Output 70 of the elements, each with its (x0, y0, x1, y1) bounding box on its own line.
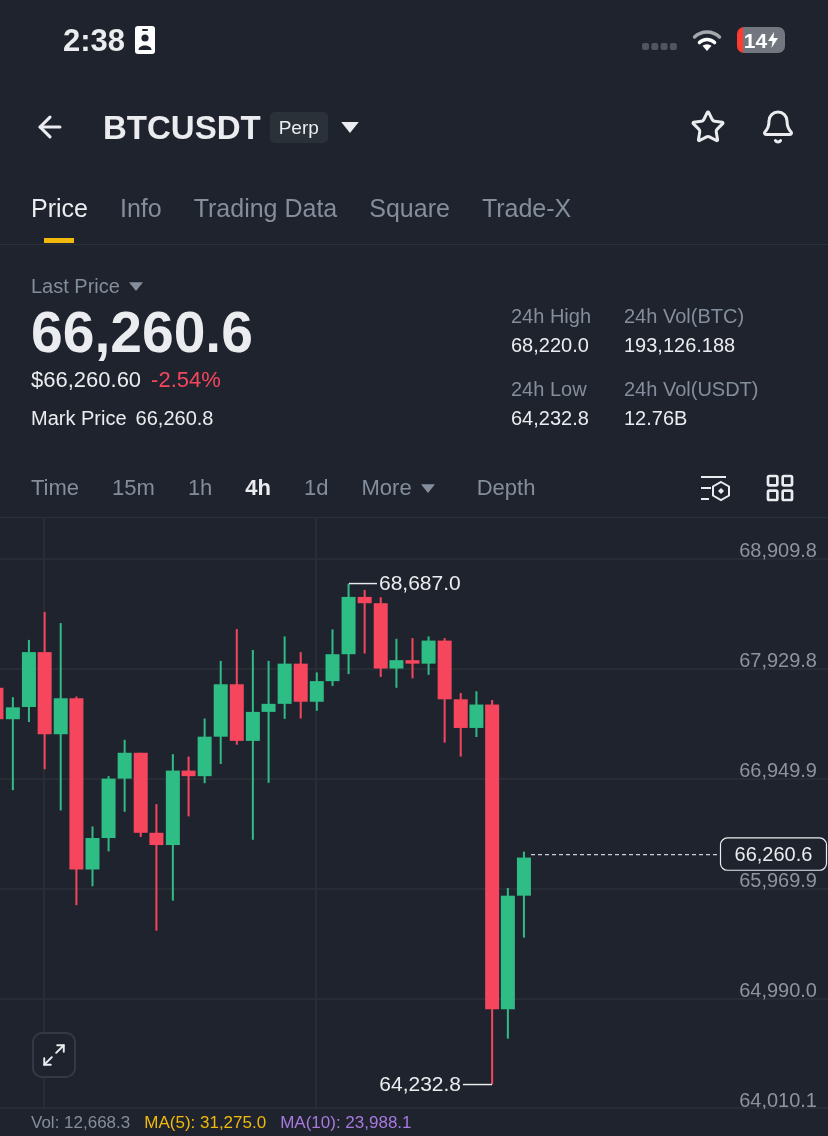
rising-candle (389, 638, 404, 688)
tab[interactable]: Trade-X (481, 174, 572, 244)
falling-candle (0, 687, 4, 720)
stat-value: 64,232.8 (511, 406, 589, 430)
star-icon (690, 109, 726, 145)
stat-value: 193,126.188 (624, 333, 736, 357)
interval-tab[interactable]: 1d (304, 474, 329, 502)
stat-label: 24h Vol(BTC) (624, 304, 745, 328)
interval-tab[interactable]: More (361, 474, 435, 502)
indicator-settings-icon (700, 474, 731, 502)
indicator-reading: Vol: 12,668.3 (31, 1113, 131, 1131)
status-time: 2:38 (63, 24, 126, 56)
last-price: 66,260.6 (31, 302, 253, 362)
price-axis-label: 66,949.9 (739, 758, 817, 781)
leader-line (462, 1083, 493, 1086)
symbol-dropdown-button[interactable] (340, 121, 359, 133)
indicator-reading: MA(5): 31,275.0 (144, 1113, 267, 1131)
caret-icon (340, 121, 359, 133)
caret-icon (128, 281, 143, 291)
price-type-selector[interactable]: Last Price (31, 274, 143, 298)
bell-icon (760, 109, 796, 145)
favorite-button[interactable] (690, 109, 726, 145)
stat-label: 24h Low (511, 377, 587, 401)
price-axis-label: 65,969.9 (739, 868, 817, 891)
high-price-label: 68,687.0 (379, 571, 461, 595)
price-axis-label: 67,929.8 (739, 648, 817, 671)
interval-tab[interactable]: 1h (187, 474, 213, 502)
price-change: -2.54% (151, 367, 221, 393)
tab[interactable]: Trading Data (193, 174, 338, 244)
symbol-title: BTCUSDT (103, 110, 261, 144)
stat-value: 68,220.0 (511, 333, 589, 357)
id-card-icon (135, 26, 156, 54)
stat-label: 24h High (511, 304, 592, 328)
tab[interactable]: Info (119, 174, 162, 244)
stat-label: 24h Vol(USDT) (624, 377, 759, 401)
rising-candle (85, 826, 100, 887)
interval-tab[interactable]: 4h (245, 474, 272, 502)
alert-button[interactable] (760, 109, 796, 145)
tab[interactable]: Price (31, 174, 88, 244)
interval-tab[interactable]: 15m (112, 474, 155, 502)
mark-price-value: 66,260.8 (135, 406, 214, 430)
falling-candle (181, 756, 196, 817)
falling-candle (293, 652, 308, 719)
interval-tab[interactable]: Depth (476, 474, 536, 502)
fullscreen-button[interactable] (32, 1032, 76, 1078)
grid-icon (764, 472, 796, 504)
expand-arrows-icon (41, 1042, 67, 1068)
interval-tab[interactable]: Time (31, 474, 80, 502)
current-price-tag: 66,260.6 (719, 837, 828, 871)
falling-candle (405, 638, 420, 679)
usd-price: $66,260.60 (31, 367, 142, 393)
signal-dots-icon (642, 42, 677, 50)
wifi-icon (692, 29, 722, 51)
price-axis-label: 68,909.8 (739, 538, 817, 561)
layout-button[interactable] (764, 472, 796, 504)
price-axis-label: 64,010.1 (739, 1088, 817, 1109)
battery-percent: 14 (743, 29, 768, 51)
mark-price-label: Mark Price (31, 406, 127, 430)
charging-bolt-icon (768, 32, 779, 48)
falling-candle (357, 589, 372, 654)
indicator-settings-button[interactable] (700, 474, 731, 502)
rising-candle (421, 636, 436, 675)
low-price-label: 64,232.8 (379, 1072, 461, 1096)
tab[interactable]: Square (369, 174, 450, 244)
leader-line (348, 582, 378, 585)
indicator-reading: MA(10): 23,988.1 (280, 1113, 412, 1131)
rising-candle (469, 691, 484, 738)
contract-type-badge: Perp (269, 111, 328, 143)
price-axis-label: 64,990.0 (739, 978, 817, 1001)
stat-value: 12.76B (624, 406, 688, 430)
